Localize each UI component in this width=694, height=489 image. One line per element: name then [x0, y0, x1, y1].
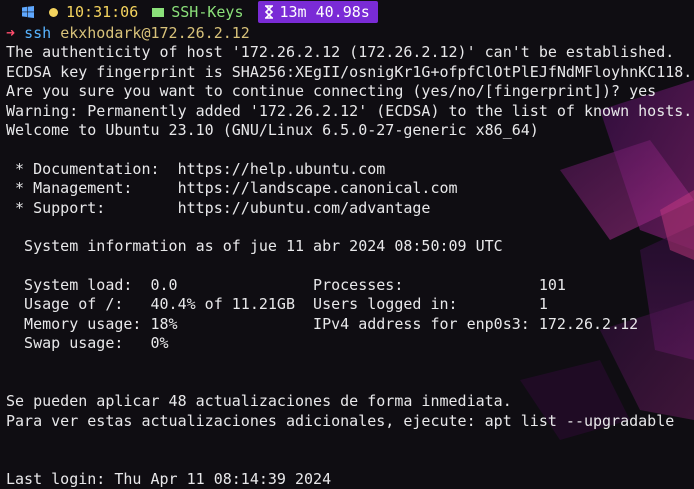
shell-prompt: 10:31:06 SSH-Keys 13m 40.98s	[6, 0, 694, 24]
output-line: Memory usage: 18% IPv4 address for enp0s…	[6, 314, 639, 333]
output-line: System information as of jue 11 abr 2024…	[6, 237, 503, 256]
output-line: * Documentation: https://help.ubuntu.com	[6, 159, 386, 178]
output-line: * Management: https://landscape.canonica…	[6, 179, 458, 198]
prompt-directory: SSH-Keys	[171, 3, 244, 21]
output-line: Last login: Thu Apr 11 08:14:39 2024	[6, 469, 332, 488]
clock-icon	[49, 7, 58, 17]
output-line: ECDSA key fingerprint is SHA256:XEgII/os…	[6, 62, 693, 81]
prompt-arrow: ➜	[6, 24, 16, 42]
directory-segment: SSH-Keys	[144, 1, 249, 23]
folder-icon	[152, 7, 165, 17]
output-line: The authenticity of host '172.26.2.12 (1…	[6, 43, 675, 62]
time-segment: 10:31:06	[42, 1, 144, 23]
output-line: System load: 0.0 Processes: 101	[6, 276, 566, 295]
terminal-window[interactable]: 10:31:06 SSH-Keys 13m 40.98s ➜ ssh ekxho…	[6, 0, 694, 489]
prompt-time: 10:31:06	[66, 3, 139, 21]
windows-icon	[22, 6, 34, 18]
output-line: Are you sure you want to continue connec…	[6, 82, 657, 101]
hourglass-icon	[264, 5, 273, 19]
command-line: ➜ ssh ekxhodark@172.26.2.12	[6, 24, 694, 43]
output-line: Usage of /: 40.4% of 11.21GB Users logge…	[6, 295, 548, 314]
duration-segment: 13m 40.98s	[257, 1, 378, 23]
command-name: ssh	[24, 24, 52, 42]
output-line: Warning: Permanently added '172.26.2.12'…	[6, 101, 693, 120]
prompt-duration: 13m 40.98s	[279, 3, 370, 21]
output-line: Se pueden aplicar 48 actualizaciones de …	[6, 392, 512, 411]
output-line: * Support: https://ubuntu.com/advantage	[6, 198, 431, 217]
os-segment	[6, 1, 42, 23]
command-argument: ekxhodark@172.26.2.12	[60, 24, 250, 42]
output-line: Swap usage: 0%	[6, 334, 169, 353]
terminal-output: The authenticity of host '172.26.2.12 (1…	[6, 43, 694, 489]
output-line: Welcome to Ubuntu 23.10 (GNU/Linux 6.5.0…	[6, 120, 539, 139]
output-line: Para ver estas actualizaciones adicional…	[6, 411, 675, 430]
